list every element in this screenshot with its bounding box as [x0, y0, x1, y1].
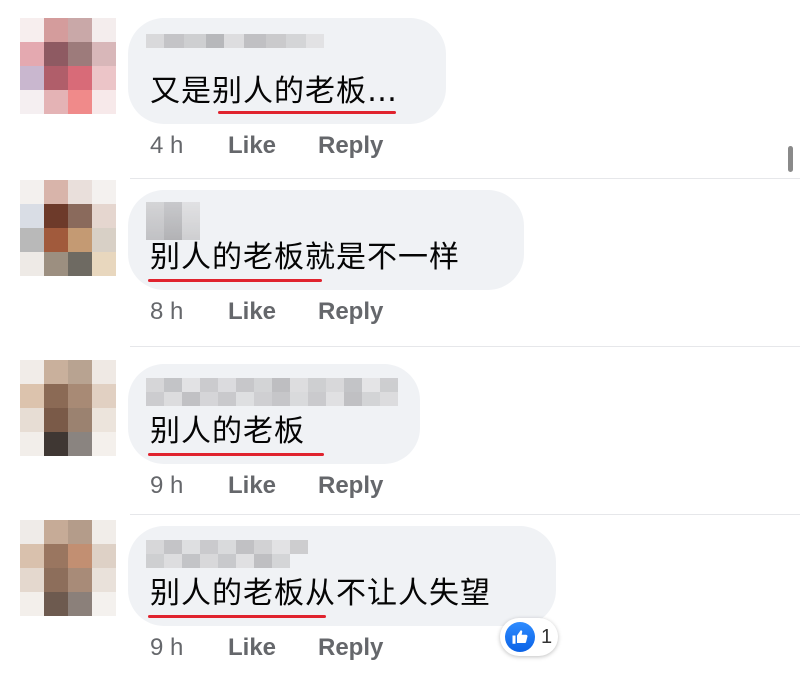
divider [130, 346, 800, 347]
reply-button[interactable]: Reply [318, 132, 383, 160]
comment-bubble: 别人的老板 [128, 364, 420, 464]
text-underline [148, 453, 324, 456]
scrollbar-thumb[interactable] [788, 146, 793, 172]
blurred-author-name [146, 34, 324, 62]
avatar[interactable] [20, 18, 116, 114]
thumbs-up-icon [505, 622, 535, 652]
blurred-author-name [146, 202, 200, 240]
like-button[interactable]: Like [228, 472, 318, 500]
reply-button[interactable]: Reply [318, 634, 383, 662]
blurred-author-name [146, 378, 398, 406]
divider [130, 178, 800, 179]
like-button[interactable]: Like [228, 298, 318, 326]
reaction-summary[interactable]: 1 [500, 618, 558, 656]
comment-timestamp[interactable]: 9 h [150, 634, 228, 662]
comment-timestamp[interactable]: 8 h [150, 298, 228, 326]
comment-text: 又是别人的老板… [150, 74, 398, 109]
comment-timestamp[interactable]: 9 h [150, 472, 228, 500]
comment-text: 别人的老板就是不一样 [150, 240, 460, 275]
comment-bubble: 又是别人的老板… [128, 18, 446, 124]
avatar[interactable] [20, 520, 116, 616]
blurred-author-name [146, 540, 308, 568]
reaction-count: 1 [541, 625, 553, 648]
divider [130, 514, 800, 515]
text-underline [148, 615, 326, 618]
avatar[interactable] [20, 360, 116, 456]
like-button[interactable]: Like [228, 634, 318, 662]
text-underline [218, 111, 396, 114]
avatar[interactable] [20, 180, 116, 276]
comment-bubble: 别人的老板就是不一样 [128, 190, 524, 290]
reply-button[interactable]: Reply [318, 472, 383, 500]
comment-text: 别人的老板从不让人失望 [150, 576, 491, 611]
text-underline [148, 279, 322, 282]
reply-button[interactable]: Reply [318, 298, 383, 326]
comment-text: 别人的老板 [150, 414, 305, 449]
comment-bubble: 别人的老板从不让人失望 [128, 526, 556, 626]
like-button[interactable]: Like [228, 132, 318, 160]
comment-timestamp[interactable]: 4 h [150, 132, 228, 160]
